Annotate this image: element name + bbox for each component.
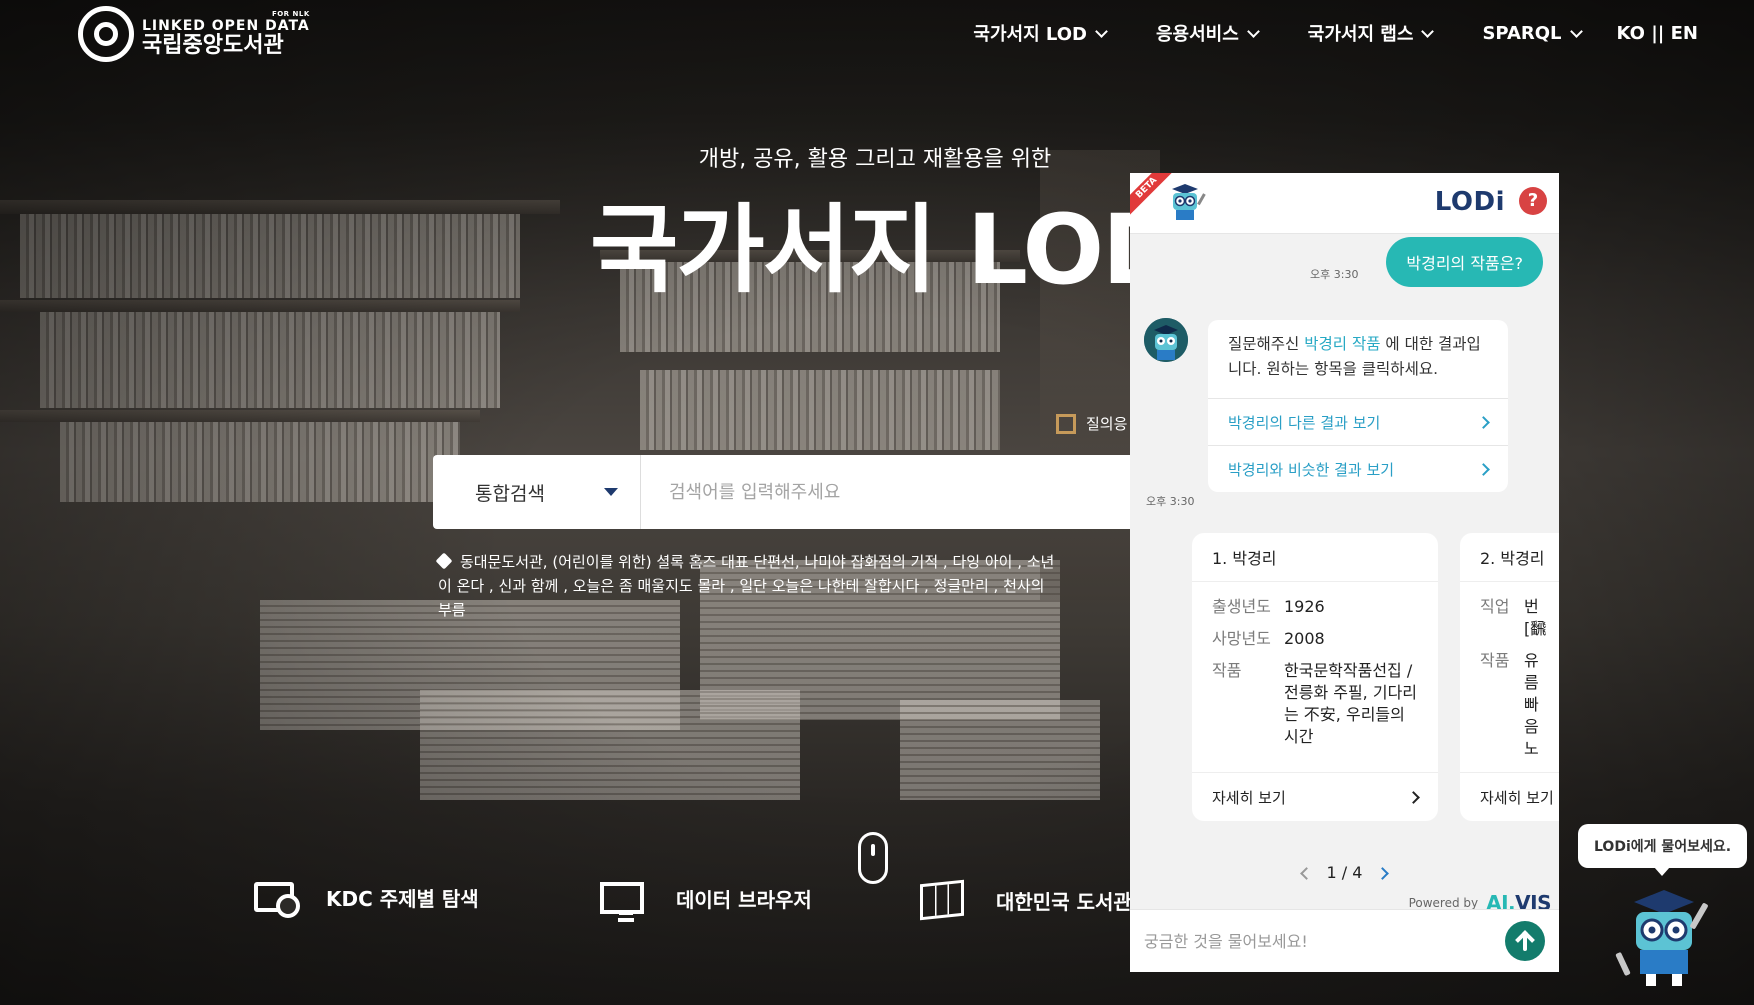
chevron-down-icon bbox=[1421, 24, 1435, 38]
logo-english-text: LINKED OPEN DATA bbox=[142, 18, 310, 34]
user-message-time: 오후 3:30 bbox=[1310, 268, 1359, 281]
search-scope-select[interactable]: 통합검색 bbox=[433, 455, 641, 529]
kdc-subject-explore-link[interactable]: KDC 주제별 탐색 bbox=[254, 882, 479, 918]
robot-mascot-icon bbox=[1172, 184, 1206, 220]
field-label: 출생년도 bbox=[1212, 597, 1271, 616]
card-more-button[interactable]: 자세히 보기 bbox=[1192, 772, 1438, 821]
chevron-right-icon bbox=[1477, 462, 1490, 476]
card-pager: 1 / 4 bbox=[1130, 863, 1559, 882]
result-card-title: 2. 박경리 bbox=[1460, 533, 1559, 582]
chevron-right-icon bbox=[1477, 415, 1490, 429]
language-switch[interactable]: KO || EN bbox=[1617, 23, 1698, 44]
bot-avatar bbox=[1144, 318, 1188, 362]
result-card-title: 1. 박경리 bbox=[1192, 533, 1438, 582]
card-more-button[interactable]: 자세히 보기 bbox=[1460, 772, 1559, 821]
checkbox-icon[interactable] bbox=[1056, 413, 1076, 434]
folder-search-icon bbox=[254, 882, 300, 918]
field-value: 유름빠음노 bbox=[1524, 651, 1539, 758]
chatbot-launcher-robot-icon[interactable] bbox=[1612, 886, 1718, 990]
option-similar-results[interactable]: 박경리와 비슷한 결과 보기 bbox=[1208, 445, 1508, 492]
logo-small-text: FOR NLK bbox=[271, 10, 310, 18]
data-browser-link[interactable]: 데이터 브라우저 bbox=[600, 882, 812, 922]
field-value: 번[飜 bbox=[1524, 597, 1547, 638]
logo-korean-text: 국립중앙도서관 bbox=[142, 33, 284, 58]
bot-message: 질문해주신 박경리 작품 에 대한 결과입니다. 원하는 항목을 클릭하세요. … bbox=[1208, 320, 1508, 492]
field-label: 사망년도 bbox=[1212, 629, 1271, 648]
pager-text: 1 / 4 bbox=[1326, 863, 1363, 882]
result-card[interactable]: 2. 박경리 직업 번[飜 작품 유름빠음노 자세히 보기 bbox=[1460, 533, 1559, 821]
chat-title: LODi bbox=[1434, 187, 1505, 217]
monitor-icon bbox=[600, 882, 644, 922]
field-value: 1926 bbox=[1284, 597, 1325, 616]
field-label: 작품 bbox=[1480, 651, 1510, 670]
map-icon bbox=[920, 879, 964, 921]
chatbot-tooltip: LODi에게 물어보세요. bbox=[1578, 824, 1748, 876]
search-bar: 통합검색 bbox=[433, 455, 1133, 529]
search-scope-label: 통합검색 bbox=[475, 482, 545, 505]
chat-input-area bbox=[1130, 909, 1559, 972]
chat-header: BETA LODi ? bbox=[1130, 173, 1559, 234]
chevron-right-icon bbox=[1407, 790, 1420, 804]
chevron-right-icon[interactable] bbox=[1376, 867, 1390, 880]
tag-icon bbox=[435, 552, 453, 570]
field-label: 직업 bbox=[1480, 597, 1510, 616]
bot-message-text: 질문해주신 박경리 작품 에 대한 결과입니다. 원하는 항목을 클릭하세요. bbox=[1228, 335, 1481, 378]
nav-item-sparql[interactable]: SPARQL bbox=[1482, 23, 1583, 44]
chevron-down-icon bbox=[1569, 24, 1583, 38]
korean-libraries-link[interactable]: 대한민국 도서관 bbox=[920, 879, 1132, 921]
search-input[interactable] bbox=[641, 455, 1133, 529]
chevron-down-icon bbox=[1095, 24, 1108, 38]
nav-item-national-bibliography-lod[interactable]: 국가서지 LOD bbox=[973, 20, 1108, 46]
chatbot-panel: BETA LODi ? 오후 3:30 박경리의 작품은? 질문해주신 박경리 … bbox=[1130, 173, 1559, 972]
bot-message-time: 오후 3:30 bbox=[1146, 495, 1195, 508]
checkbox-label: 질의응 bbox=[1086, 415, 1128, 433]
result-card[interactable]: 1. 박경리 출생년도 1926 사망년도 2008 작품 한국문학작품선집 / 전릉… bbox=[1192, 533, 1438, 821]
nav-item-applications[interactable]: 응용서비스 bbox=[1156, 20, 1260, 46]
keyword-list[interactable]: 동대문도서관, (어린이를 위한) 셜록 홈즈 대표 단편선, 나미야 잡화점의… bbox=[438, 553, 1054, 619]
user-message: 박경리의 작품은? bbox=[1386, 237, 1543, 287]
nav-item-labs[interactable]: 국가서지 랩스 bbox=[1308, 20, 1435, 46]
chevron-left-icon[interactable] bbox=[1299, 867, 1313, 880]
help-icon[interactable]: ? bbox=[1519, 187, 1547, 215]
hero-title: 국가서지 LOD bbox=[590, 194, 1182, 306]
field-label: 작품 bbox=[1212, 661, 1242, 680]
query-checkbox[interactable]: 질의응 bbox=[1056, 413, 1127, 434]
send-button[interactable] bbox=[1505, 921, 1545, 961]
caret-down-icon bbox=[604, 488, 618, 496]
hero-subtitle: 개방, 공유, 활용 그리고 재활용을 위한 bbox=[698, 147, 1052, 172]
field-value: 한국문학작품선집 / 전릉화 주필, 기다리는 不安, 우리들의 시간 bbox=[1284, 661, 1418, 746]
site-logo[interactable]: FOR NLK LINKED OPEN DATA 국립중앙도서관 bbox=[78, 6, 310, 62]
field-value: 2008 bbox=[1284, 629, 1325, 648]
chat-input[interactable] bbox=[1130, 930, 1505, 952]
logo-mark-icon bbox=[78, 6, 134, 62]
option-other-results[interactable]: 박경리의 다른 결과 보기 bbox=[1208, 398, 1508, 445]
main-nav: 국가서지 LOD 응용서비스 국가서지 랩스 SPARQL KO || EN bbox=[923, 20, 1698, 46]
scroll-mouse-icon bbox=[858, 832, 888, 884]
chevron-down-icon bbox=[1246, 24, 1260, 38]
popular-keywords: 동대문도서관, (어린이를 위한) 셜록 홈즈 대표 단편선, 나미야 잡화점의… bbox=[435, 550, 1063, 622]
